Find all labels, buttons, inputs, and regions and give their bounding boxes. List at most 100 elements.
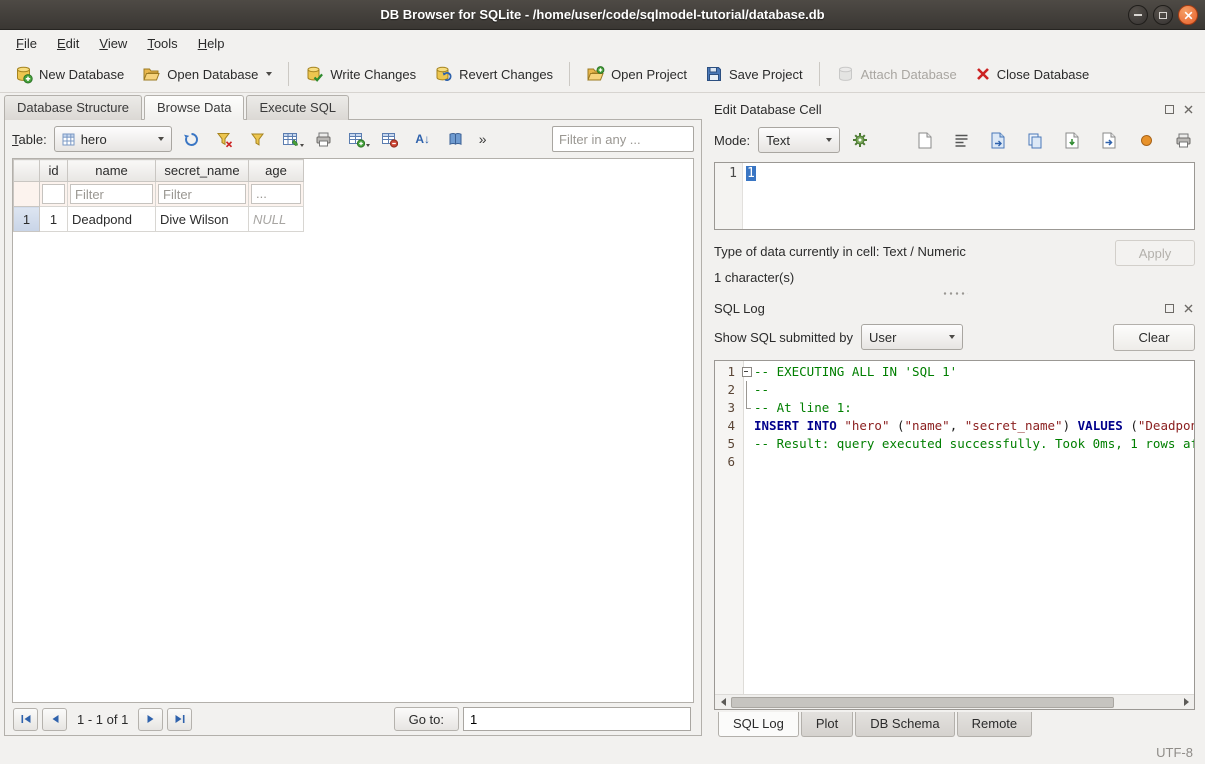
- filter-cell-id: [40, 182, 68, 207]
- delete-record-button[interactable]: [377, 126, 403, 152]
- table-selector[interactable]: hero: [54, 126, 172, 152]
- open-database-dropdown-icon[interactable]: [266, 72, 272, 76]
- toolbar-extension-button[interactable]: »: [476, 131, 490, 147]
- auto-mode-button[interactable]: [848, 128, 872, 152]
- scroll-right-icon: [1184, 698, 1189, 706]
- menu-tools[interactable]: Tools: [137, 30, 187, 56]
- print-button[interactable]: [311, 126, 337, 152]
- edit-cell-float-button[interactable]: [1162, 102, 1176, 116]
- scroll-left-button[interactable]: [715, 698, 731, 706]
- next-page-button[interactable]: [138, 708, 163, 731]
- clear-all-filters-button[interactable]: [212, 126, 238, 152]
- age-filter-input[interactable]: ...: [251, 184, 301, 204]
- maximize-button[interactable]: [1153, 5, 1173, 25]
- display-format-button[interactable]: [443, 126, 469, 152]
- save-table-view-button[interactable]: [278, 126, 304, 152]
- refresh-button[interactable]: [179, 126, 205, 152]
- data-grid[interactable]: id name secret_name age ...: [12, 158, 694, 703]
- sql-log-area: 1-- EXECUTING ALL IN 'SQL 1'2--3-- At li…: [714, 360, 1195, 710]
- cell-editor-line-number: 1: [715, 163, 743, 229]
- column-header-id[interactable]: id: [40, 160, 68, 182]
- scrollbar-thumb[interactable]: [731, 697, 1114, 708]
- sql-log-close-button[interactable]: [1181, 301, 1195, 315]
- clear-log-button[interactable]: Clear: [1113, 324, 1195, 351]
- text-document-button[interactable]: [912, 128, 936, 152]
- insert-record-button[interactable]: [344, 126, 370, 152]
- mode-selector[interactable]: Text: [758, 127, 840, 153]
- word-wrap-button[interactable]: [949, 128, 973, 152]
- first-page-button[interactable]: [13, 708, 38, 731]
- save-project-icon: [705, 65, 723, 83]
- secret-name-filter-input[interactable]: [158, 184, 246, 204]
- dock-tab-sql-log[interactable]: SQL Log: [718, 712, 799, 737]
- pagination-bar: 1 - 1 of 1 Go to:: [5, 703, 701, 735]
- open-file-button[interactable]: [986, 128, 1010, 152]
- fold-marker-icon[interactable]: [739, 363, 754, 381]
- close-database-button[interactable]: Close Database: [967, 61, 1098, 87]
- filter-any-column-input[interactable]: [552, 126, 694, 152]
- column-header-secret-name[interactable]: secret_name: [156, 160, 249, 182]
- filter-button[interactable]: [245, 126, 271, 152]
- cell-editor[interactable]: 1 1: [714, 162, 1195, 230]
- apply-button[interactable]: Apply: [1115, 240, 1195, 266]
- menu-edit[interactable]: Edit: [47, 30, 89, 56]
- set-null-button[interactable]: [1134, 128, 1158, 152]
- menu-view[interactable]: View: [89, 30, 137, 56]
- dock-tab-remote[interactable]: Remote: [957, 712, 1033, 737]
- import-data-button[interactable]: [1060, 128, 1084, 152]
- goto-input[interactable]: [463, 707, 691, 731]
- menu-file[interactable]: File: [6, 30, 47, 56]
- edit-cell-header: Edit Database Cell: [714, 99, 1195, 119]
- sql-log-dock-icons: [1162, 301, 1195, 315]
- export-data-button[interactable]: [1097, 128, 1121, 152]
- tab-browse-data[interactable]: Browse Data: [144, 95, 244, 120]
- row-header[interactable]: 1: [14, 207, 40, 232]
- submitted-by-selector[interactable]: User: [861, 324, 963, 350]
- previous-page-button[interactable]: [42, 708, 67, 731]
- dock-tab-db-schema[interactable]: DB Schema: [855, 712, 954, 737]
- insert-record-icon: [348, 131, 365, 148]
- save-project-button[interactable]: Save Project: [697, 60, 811, 88]
- encoding-indicator: UTF-8: [1156, 745, 1193, 760]
- first-page-icon: [20, 714, 32, 724]
- attach-database-button[interactable]: Attach Database: [828, 60, 965, 89]
- edit-cell-close-button[interactable]: [1181, 102, 1195, 116]
- sql-log-lines[interactable]: 1-- EXECUTING ALL IN 'SQL 1'2--3-- At li…: [715, 361, 1194, 694]
- revert-changes-button[interactable]: Revert Changes: [426, 60, 561, 89]
- column-header-age[interactable]: age: [249, 160, 304, 182]
- save-table-view-icon: [282, 131, 299, 148]
- open-file-icon: [990, 132, 1006, 149]
- cell-edit-buttons: [912, 128, 1195, 152]
- tab-database-structure[interactable]: Database Structure: [4, 95, 142, 120]
- refresh-icon: [183, 131, 200, 148]
- toolbar-extension-label: »: [479, 131, 487, 147]
- cell-id[interactable]: 1: [40, 207, 68, 232]
- menu-help[interactable]: Help: [188, 30, 235, 56]
- cell-name[interactable]: Deadpond: [68, 207, 156, 232]
- last-page-button[interactable]: [167, 708, 192, 731]
- close-window-button[interactable]: [1178, 5, 1198, 25]
- column-header-name[interactable]: name: [68, 160, 156, 182]
- close-database-icon: [975, 66, 991, 82]
- splitter-handle[interactable]: [714, 288, 1195, 298]
- scroll-right-button[interactable]: [1178, 698, 1194, 706]
- cell-secret-name[interactable]: Dive Wilson: [156, 207, 249, 232]
- minimize-button[interactable]: [1128, 5, 1148, 25]
- sort-button[interactable]: A↓: [410, 126, 436, 152]
- chevron-down-icon: [826, 138, 832, 142]
- cell-age[interactable]: NULL: [249, 207, 304, 232]
- open-project-button[interactable]: Open Project: [578, 60, 695, 89]
- dock-tab-plot[interactable]: Plot: [801, 712, 853, 737]
- sql-log-float-button[interactable]: [1162, 301, 1176, 315]
- tab-execute-sql[interactable]: Execute SQL: [246, 95, 349, 120]
- write-changes-button[interactable]: Write Changes: [297, 60, 424, 89]
- goto-button[interactable]: Go to:: [394, 707, 459, 731]
- id-filter-input[interactable]: [42, 184, 65, 204]
- grid-corner: [14, 160, 40, 182]
- open-database-button[interactable]: Open Database: [134, 60, 280, 89]
- name-filter-input[interactable]: [70, 184, 153, 204]
- fold-guide: [739, 381, 754, 399]
- copy-data-button[interactable]: [1023, 128, 1047, 152]
- new-database-button[interactable]: New Database: [6, 60, 132, 89]
- print-cell-button[interactable]: [1171, 128, 1195, 152]
